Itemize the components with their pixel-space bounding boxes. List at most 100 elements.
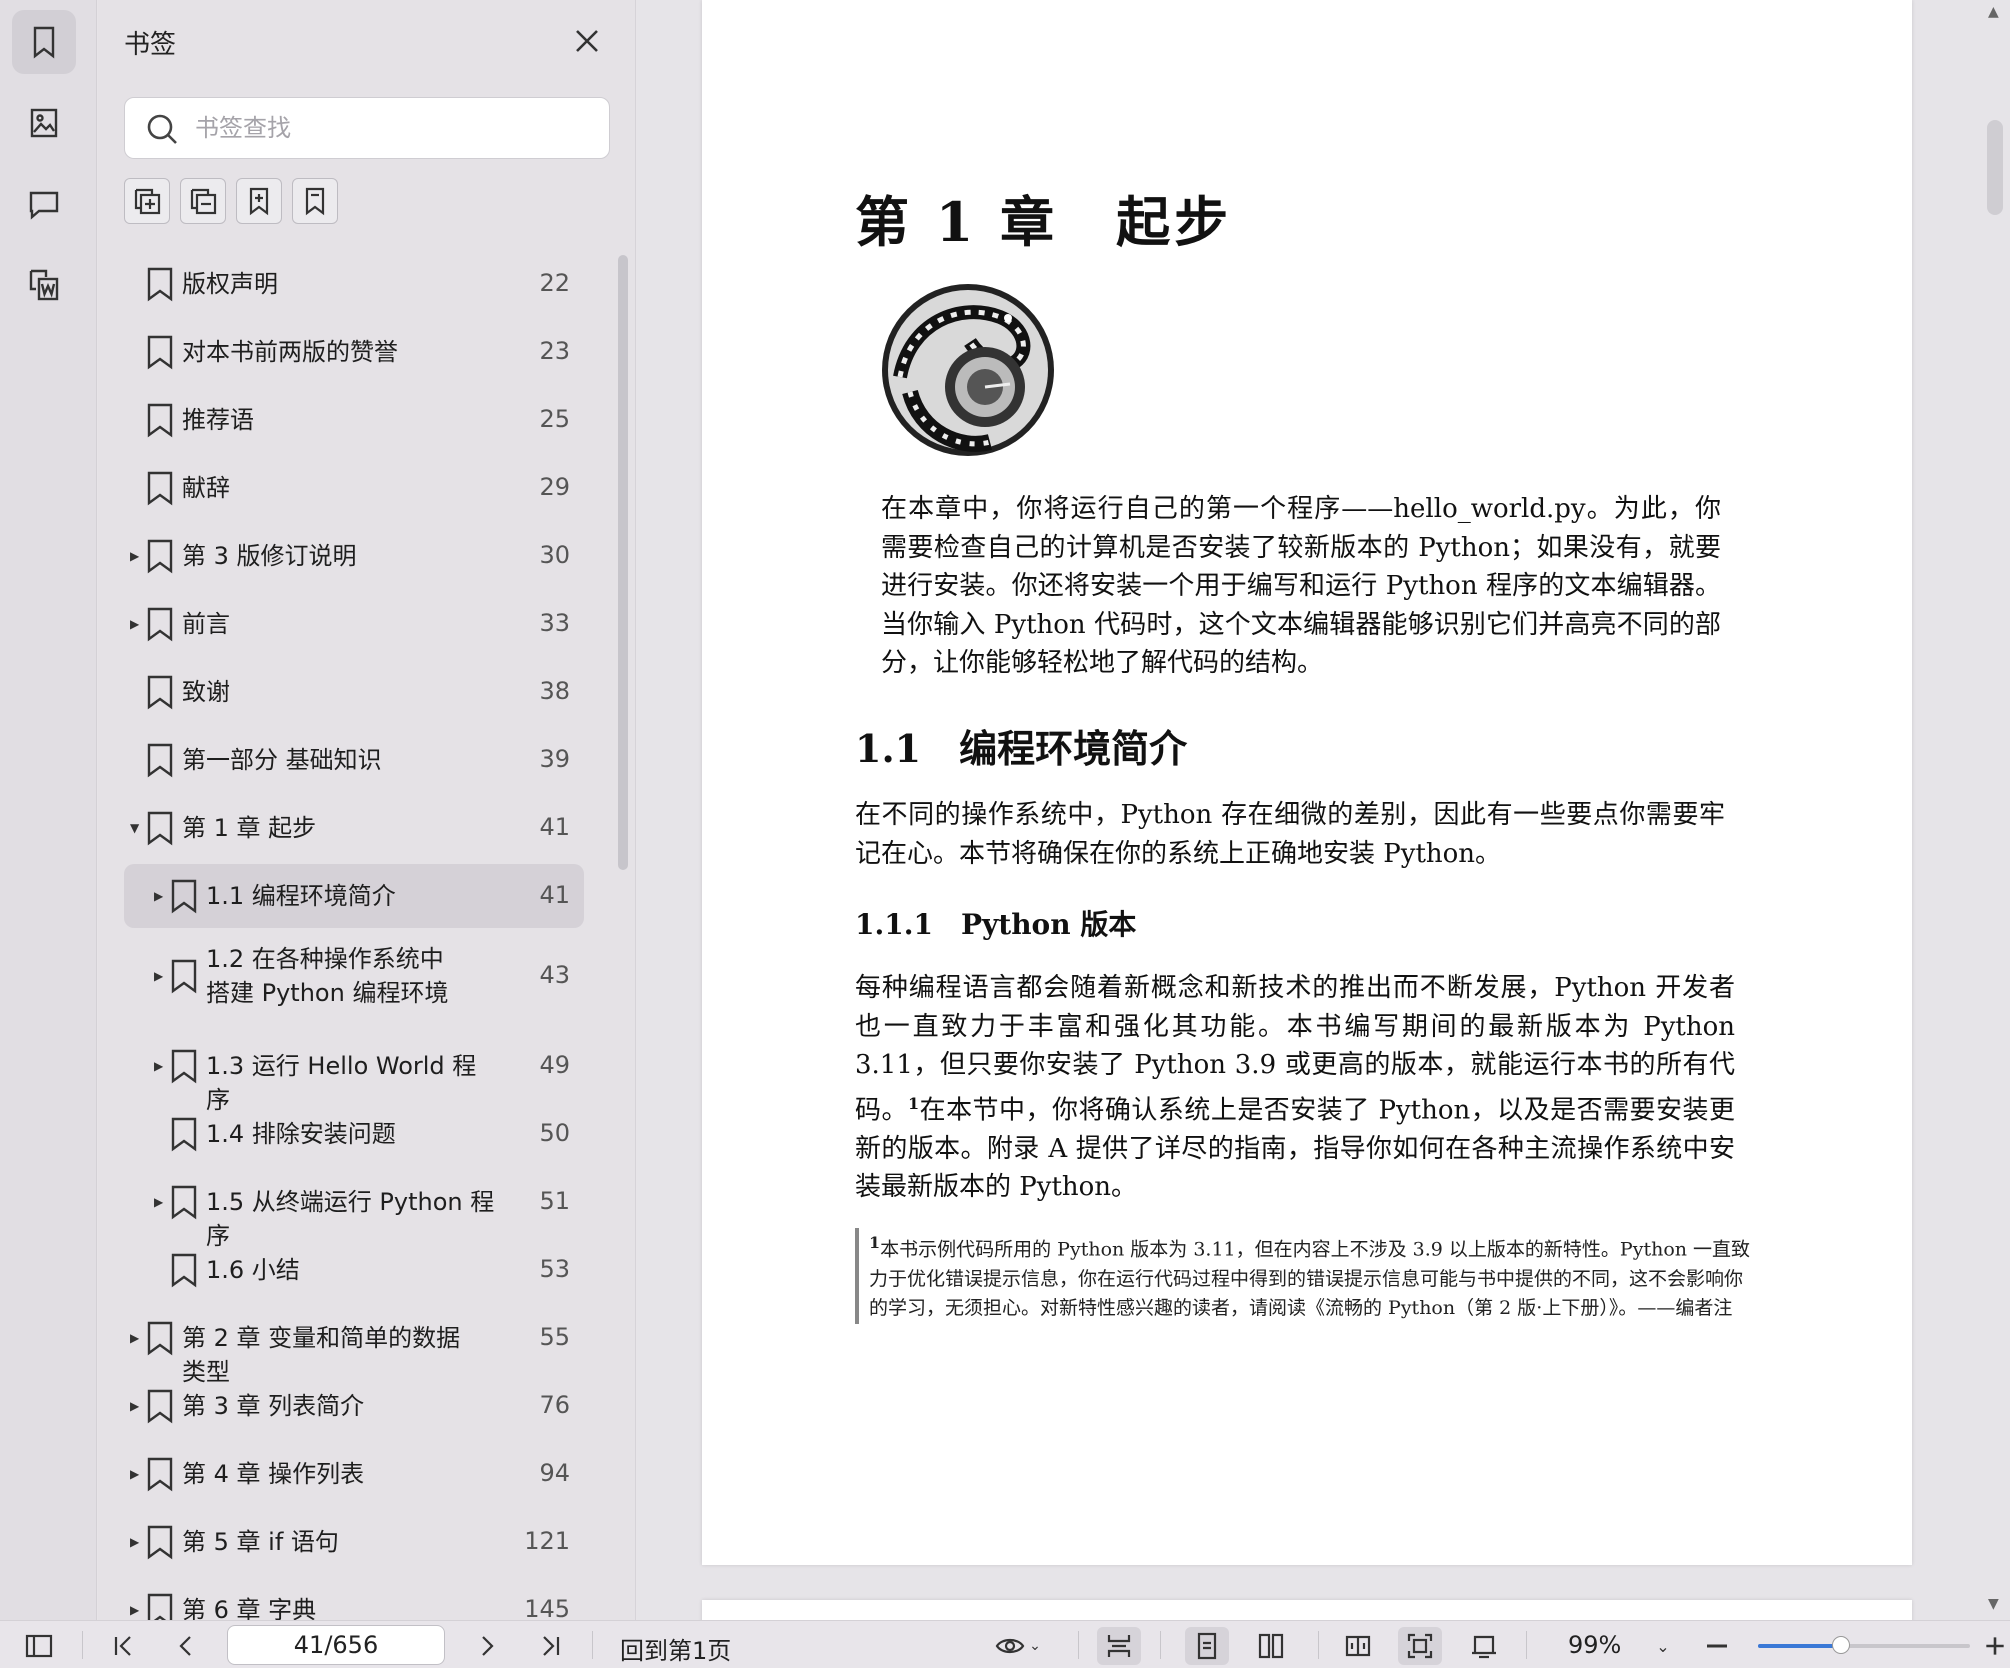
bookmark-item[interactable]: ▶ 第 5 章 if 语句 121: [124, 1510, 584, 1574]
bookmark-label: 1.4 排除安装问题: [206, 1120, 396, 1148]
zoom-slider-handle[interactable]: [1831, 1636, 1850, 1654]
bookmark-item[interactable]: 致谢 38: [124, 660, 584, 724]
bookmark-icon: [146, 810, 174, 846]
bookmark-item[interactable]: 推荐语 25: [124, 388, 584, 452]
expand-arrow-icon[interactable]: ▶: [130, 1399, 144, 1413]
toolbar-divider: [1078, 1631, 1079, 1659]
bookmark-page-number: 38: [539, 677, 570, 705]
book-mode-button[interactable]: [1336, 1627, 1380, 1665]
eye-icon: [995, 1638, 1025, 1654]
bookmark-label: 1.2 在各种操作系统中搭建 Python 编程环境: [206, 945, 449, 1007]
bookmark-item[interactable]: ▶ 前言 33: [124, 592, 584, 656]
bookmark-item[interactable]: ▶ 1.5 从终端运行 Python 程序 51: [124, 1170, 584, 1250]
bookmark-icon: [146, 674, 174, 710]
expand-arrow-icon[interactable]: ▶: [154, 1059, 168, 1073]
book-mode-icon: [1345, 1635, 1371, 1657]
expand-arrow-icon[interactable]: ▶: [154, 1195, 168, 1209]
chevron-left-icon: [179, 1636, 191, 1656]
bookmark-item[interactable]: ▶ 1.3 运行 Hello World 程序 49: [124, 1034, 584, 1114]
fit-width-button[interactable]: [1097, 1627, 1141, 1665]
expand-arrow-icon[interactable]: ▶: [154, 969, 168, 983]
scroll-up-arrow[interactable]: ▲: [1988, 4, 1999, 20]
fit-page-button[interactable]: [1398, 1627, 1442, 1665]
bookmark-item[interactable]: 版权声明 22: [124, 252, 584, 316]
bookmark-label: 第 5 章 if 语句: [182, 1528, 339, 1556]
bookmark-item[interactable]: ▼ 第 1 章 起步 41: [124, 796, 584, 860]
bookmark-item[interactable]: 第一部分 基础知识 39: [124, 728, 584, 792]
convert-panel-button[interactable]: [12, 253, 76, 317]
bookmark-item[interactable]: 1.4 排除安装问题 50: [124, 1102, 584, 1166]
scroll-down-arrow[interactable]: ▼: [1988, 1596, 1999, 1612]
add-bookmark-button[interactable]: [236, 178, 282, 224]
thumbnail-panel-button[interactable]: [12, 91, 76, 155]
bookmark-icon: [170, 878, 198, 914]
comment-icon: [29, 191, 59, 220]
bookmark-item[interactable]: ▶ 第 3 版修订说明 30: [124, 524, 584, 588]
bookmark-item[interactable]: ▶ 第 3 章 列表简介 76: [124, 1374, 584, 1438]
collapse-all-icon: [190, 188, 217, 215]
collapse-arrow-icon[interactable]: ▼: [130, 821, 144, 835]
convert-word-icon: [29, 269, 59, 301]
bookmark-item[interactable]: 献辞 29: [124, 456, 584, 520]
bookmark-page-number: 30: [539, 541, 570, 569]
bookmark-item[interactable]: 对本书前两版的赞誉 23: [124, 320, 584, 384]
last-page-button[interactable]: [532, 1627, 570, 1665]
bookmark-item[interactable]: ▶ 第 2 章 变量和简单的数据类型 55: [124, 1306, 584, 1386]
expand-arrow-icon[interactable]: ▶: [130, 1467, 144, 1481]
close-panel-button[interactable]: [570, 24, 604, 58]
zoom-slider[interactable]: [1758, 1636, 1970, 1654]
footnote: 1本书示例代码所用的 Python 版本为 3.11，但在内容上不涉及 3.9 …: [855, 1228, 1755, 1324]
bookmark-item[interactable]: ▶ 第 4 章 操作列表 94: [124, 1442, 584, 1506]
bookmark-scrollbar[interactable]: [618, 255, 628, 870]
page-number-input[interactable]: [227, 1625, 445, 1665]
search-icon: [147, 114, 177, 144]
document-scrollbar[interactable]: ▲ ▼: [1980, 0, 2010, 1620]
expand-all-button[interactable]: [124, 178, 170, 224]
zoom-in-button[interactable]: [1982, 1627, 2008, 1665]
back-to-first-page-link[interactable]: 回到第1页: [620, 1631, 731, 1666]
bookmark-label: 第 6 章 字典: [182, 1596, 317, 1620]
bookmark-item[interactable]: ▶ 第 6 章 字典 145: [124, 1578, 584, 1620]
chapter-emblem-image: [882, 284, 1054, 456]
minus-icon: [1707, 1644, 1727, 1648]
section-heading-1-1-1: 1.1.1 Python 版本: [855, 908, 1137, 941]
bookmark-label: 推荐语: [182, 406, 254, 434]
first-page-button[interactable]: [104, 1627, 142, 1665]
view-mode-dropdown[interactable]: ⌄: [988, 1627, 1048, 1665]
toggle-sidebar-button[interactable]: [20, 1627, 58, 1665]
expand-arrow-icon[interactable]: ▶: [154, 889, 168, 903]
expand-arrow-icon[interactable]: ▶: [130, 1331, 144, 1345]
rotate-page-button[interactable]: [1462, 1627, 1506, 1665]
zoom-dropdown[interactable]: ⌄: [1650, 1627, 1676, 1665]
next-page-button[interactable]: [468, 1627, 506, 1665]
expand-arrow-icon[interactable]: ▶: [130, 549, 144, 563]
expand-arrow-icon[interactable]: ▶: [130, 1535, 144, 1549]
bookmark-panel-button[interactable]: [12, 10, 76, 74]
two-page-button[interactable]: [1249, 1627, 1293, 1665]
bookmark-icon: [170, 1048, 198, 1084]
bookmark-search-input[interactable]: [195, 108, 595, 148]
two-page-icon: [1258, 1633, 1284, 1659]
footnote-number: 1: [869, 1233, 881, 1252]
bookmark-item[interactable]: ▶ 1.2 在各种操作系统中搭建 Python 编程环境 43: [124, 932, 584, 1020]
collapse-all-button[interactable]: [180, 178, 226, 224]
bookmark-search-box[interactable]: [124, 97, 610, 159]
zoom-level[interactable]: 99%: [1568, 1631, 1621, 1659]
footnote-reference[interactable]: 1: [908, 1094, 919, 1113]
close-icon: [576, 30, 598, 52]
document-viewer[interactable]: 第 1 章 起步 在本章中，你将运行自己的第一个程序——hello_world.…: [637, 0, 2010, 1620]
expand-arrow-icon[interactable]: ▶: [130, 1603, 144, 1617]
bookmark-outline-icon: [305, 187, 325, 216]
bookmark-label: 对本书前两版的赞誉: [182, 338, 398, 366]
bookmark-item[interactable]: 1.6 小结 53: [124, 1238, 584, 1302]
previous-page-button[interactable]: [167, 1627, 205, 1665]
expand-arrow-icon[interactable]: ▶: [130, 617, 144, 631]
zoom-out-button[interactable]: [1700, 1627, 1734, 1665]
comment-panel-button[interactable]: [12, 172, 76, 236]
bookmark-page-number: 23: [539, 337, 570, 365]
single-page-button[interactable]: [1185, 1627, 1229, 1665]
scrollbar-thumb[interactable]: [1987, 120, 2003, 215]
bookmark-item[interactable]: ▶ 1.1 编程环境简介 41: [124, 864, 584, 928]
bookmark-page-number: 25: [539, 405, 570, 433]
bookmark-outline-button[interactable]: [292, 178, 338, 224]
